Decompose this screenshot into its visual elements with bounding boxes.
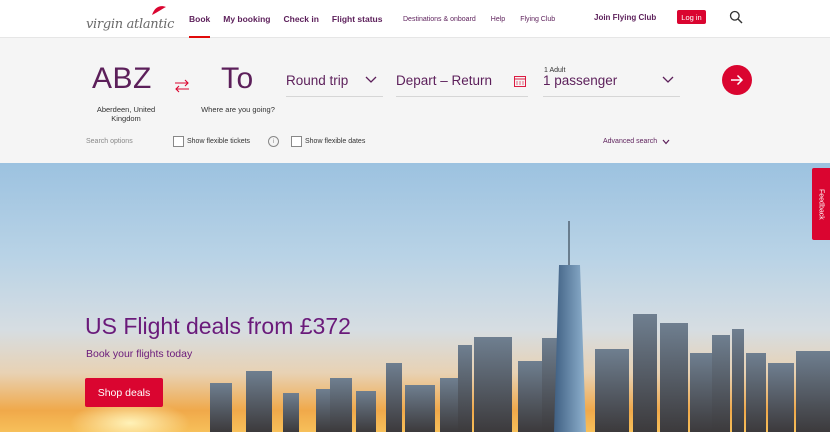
secondary-nav: Destinations & onboard Help Flying Club xyxy=(403,0,570,38)
nav-destinations[interactable]: Destinations & onboard xyxy=(403,16,476,23)
nav-book[interactable]: Book xyxy=(189,0,211,38)
feedback-tab[interactable]: Feedback xyxy=(812,168,830,240)
arrow-right-icon xyxy=(731,74,744,86)
flight-search-panel: ABZ To Aberdeen, United Kingdom Where ar… xyxy=(0,38,830,163)
flexible-tickets-checkbox[interactable] xyxy=(173,136,184,147)
destination-prompt: Where are you going? xyxy=(201,105,275,114)
destination-code[interactable]: To xyxy=(221,62,254,96)
shop-deals-button[interactable]: Shop deals xyxy=(85,378,163,407)
nav-my-booking[interactable]: My booking xyxy=(223,0,270,38)
search-options-label: Search options xyxy=(86,138,133,145)
hero-title: US Flight deals from £372 xyxy=(85,313,351,339)
site-header: virgin atlantic Book My booking Check in… xyxy=(0,0,830,38)
trip-type-value: Round trip xyxy=(286,72,349,88)
chevron-down-icon xyxy=(662,139,670,144)
search-icon[interactable] xyxy=(729,10,743,24)
flexible-tickets-label[interactable]: Show flexible tickets xyxy=(187,138,250,145)
join-flying-club-link[interactable]: Join Flying Club xyxy=(594,13,656,22)
primary-nav: Book My booking Check in Flight status xyxy=(189,0,395,38)
origin-city: Aberdeen, United Kingdom xyxy=(96,105,156,123)
hero-banner: US Flight deals from £372 Book your flig… xyxy=(0,163,830,432)
advanced-search-toggle[interactable]: Advanced search xyxy=(603,138,670,145)
chevron-down-icon xyxy=(662,76,674,83)
nav-help[interactable]: Help xyxy=(491,16,505,23)
flexible-dates-checkbox[interactable] xyxy=(291,136,302,147)
passenger-select[interactable]: 1 passenger xyxy=(543,64,680,97)
flexible-dates-label[interactable]: Show flexible dates xyxy=(305,138,365,145)
dates-value: Depart – Return xyxy=(396,72,493,88)
nav-flying-club[interactable]: Flying Club xyxy=(520,16,555,23)
hero-subtitle: Book your flights today xyxy=(86,348,193,360)
info-icon[interactable]: i xyxy=(268,136,279,147)
swap-arrows-icon[interactable] xyxy=(173,79,191,93)
virgin-atlantic-logo[interactable]: virgin atlantic xyxy=(86,6,175,32)
nav-flight-status[interactable]: Flight status xyxy=(332,0,383,38)
passenger-value: 1 passenger xyxy=(543,72,618,88)
search-flights-button[interactable] xyxy=(722,65,752,95)
logo-text: virgin atlantic xyxy=(86,17,175,32)
trip-type-select[interactable]: Round trip xyxy=(286,64,383,97)
origin-code[interactable]: ABZ xyxy=(92,62,152,96)
chevron-down-icon xyxy=(365,76,377,83)
advanced-search-label: Advanced search xyxy=(603,138,658,145)
login-button[interactable]: Log in xyxy=(677,10,706,24)
date-picker-field[interactable]: Depart – Return xyxy=(396,64,528,97)
calendar-icon xyxy=(514,76,526,87)
nav-check-in[interactable]: Check in xyxy=(283,0,318,38)
logo-badge-icon xyxy=(152,6,166,15)
